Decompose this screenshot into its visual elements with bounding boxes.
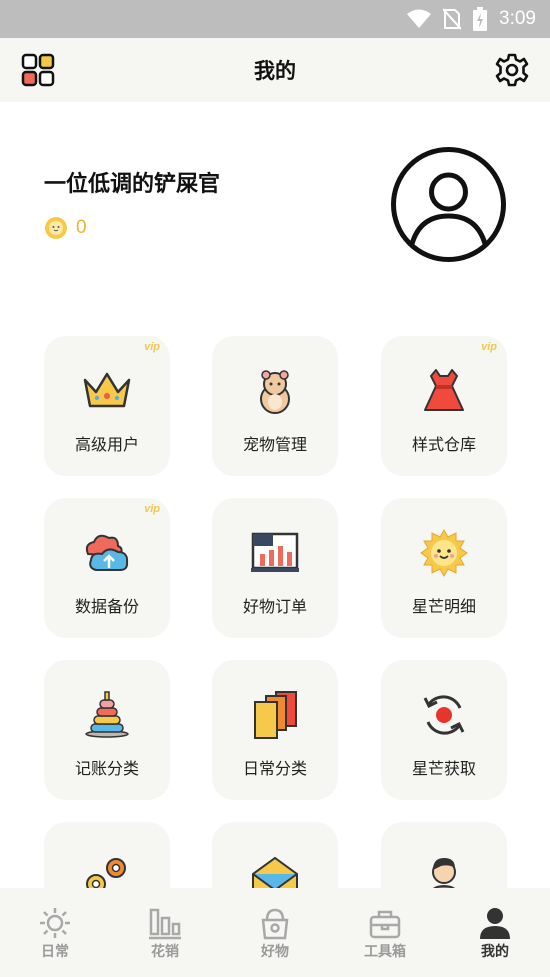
grid-item-label: 星芒明细 xyxy=(411,597,476,616)
status-time: 3:09 xyxy=(499,8,536,29)
hamster-icon xyxy=(260,370,290,414)
tab-mine[interactable]: 我的 xyxy=(440,888,550,977)
gear-icon[interactable] xyxy=(494,52,530,88)
grid-item-goods-orders[interactable]: 好物订单 xyxy=(212,498,338,638)
sun-coin-icon xyxy=(45,217,67,239)
crown-icon xyxy=(83,372,131,408)
tab-daily[interactable]: 日常 xyxy=(0,888,110,977)
pet-bowl-tab-icon xyxy=(261,908,289,940)
grid-item-pet-management[interactable]: 宠物管理 xyxy=(212,336,338,476)
tab-toolbox[interactable]: 工具箱 xyxy=(330,888,440,977)
sun-icon xyxy=(420,528,468,578)
grid-apps-icon[interactable] xyxy=(20,52,56,88)
app-bar: 我的 xyxy=(0,38,550,102)
grid-item-label: 好物订单 xyxy=(242,597,307,616)
grid-item-label: 宠物管理 xyxy=(242,435,307,454)
grid-item-star-acquire[interactable]: 星芒获取 xyxy=(381,660,507,800)
ring-stack-icon xyxy=(85,691,129,738)
coin-balance[interactable]: 0 xyxy=(44,216,87,240)
chart-board-icon xyxy=(251,532,299,572)
grid-item-label: 高级用户 xyxy=(74,435,139,454)
vip-badge: vip xyxy=(481,341,497,353)
wifi-icon xyxy=(407,9,432,28)
grid-item-label: 记账分类 xyxy=(74,759,139,778)
grid-item-label: 样式仓库 xyxy=(411,435,476,454)
tab-expenses[interactable]: 花销 xyxy=(110,888,220,977)
tab-label: 好物 xyxy=(261,944,289,960)
grid-item-daily-categories[interactable]: 日常分类 xyxy=(212,660,338,800)
toolbox-tab-icon xyxy=(369,910,401,939)
battery-icon xyxy=(473,7,488,31)
tab-label: 工具箱 xyxy=(364,944,406,960)
tab-goods[interactable]: 好物 xyxy=(220,888,330,977)
sun-tab-icon xyxy=(40,908,70,938)
grid-item-data-backup[interactable]: vip 数据备份 xyxy=(44,498,170,638)
vip-badge: vip xyxy=(144,503,160,515)
user-name[interactable]: 一位低调的铲屎官 xyxy=(44,166,220,198)
cloud-upload-icon xyxy=(85,534,129,571)
tab-label: 日常 xyxy=(41,944,69,960)
profile-section: 一位低调的铲屎官 0 xyxy=(0,102,550,302)
user-avatar-icon[interactable] xyxy=(390,146,507,263)
dress-icon xyxy=(424,369,464,411)
bottom-tab-bar: 日常 花销 好物 工具箱 我的 xyxy=(0,888,550,977)
grid-item-account-categories[interactable]: 记账分类 xyxy=(44,660,170,800)
tab-label: 我的 xyxy=(481,944,509,960)
folders-icon xyxy=(254,691,297,739)
vip-badge: vip xyxy=(144,341,160,353)
grid-item-label: 数据备份 xyxy=(74,597,139,616)
tab-label: 花销 xyxy=(151,944,179,960)
user-tab-icon xyxy=(480,908,510,939)
refresh-icon xyxy=(423,695,465,735)
bar-chart-tab-icon xyxy=(149,908,181,940)
grid-item-premium-user[interactable]: vip 高级用户 xyxy=(44,336,170,476)
grid-item-label: 日常分类 xyxy=(242,759,307,778)
page-title: 我的 xyxy=(254,59,296,83)
grid-item-style-store[interactable]: vip 样式仓库 xyxy=(381,336,507,476)
coin-count: 0 xyxy=(76,217,87,238)
grid-item-star-details[interactable]: 星芒明细 xyxy=(381,498,507,638)
status-bar: 3:09 xyxy=(0,0,550,38)
no-sim-icon xyxy=(443,8,462,30)
grid-item-label: 星芒获取 xyxy=(411,759,476,778)
